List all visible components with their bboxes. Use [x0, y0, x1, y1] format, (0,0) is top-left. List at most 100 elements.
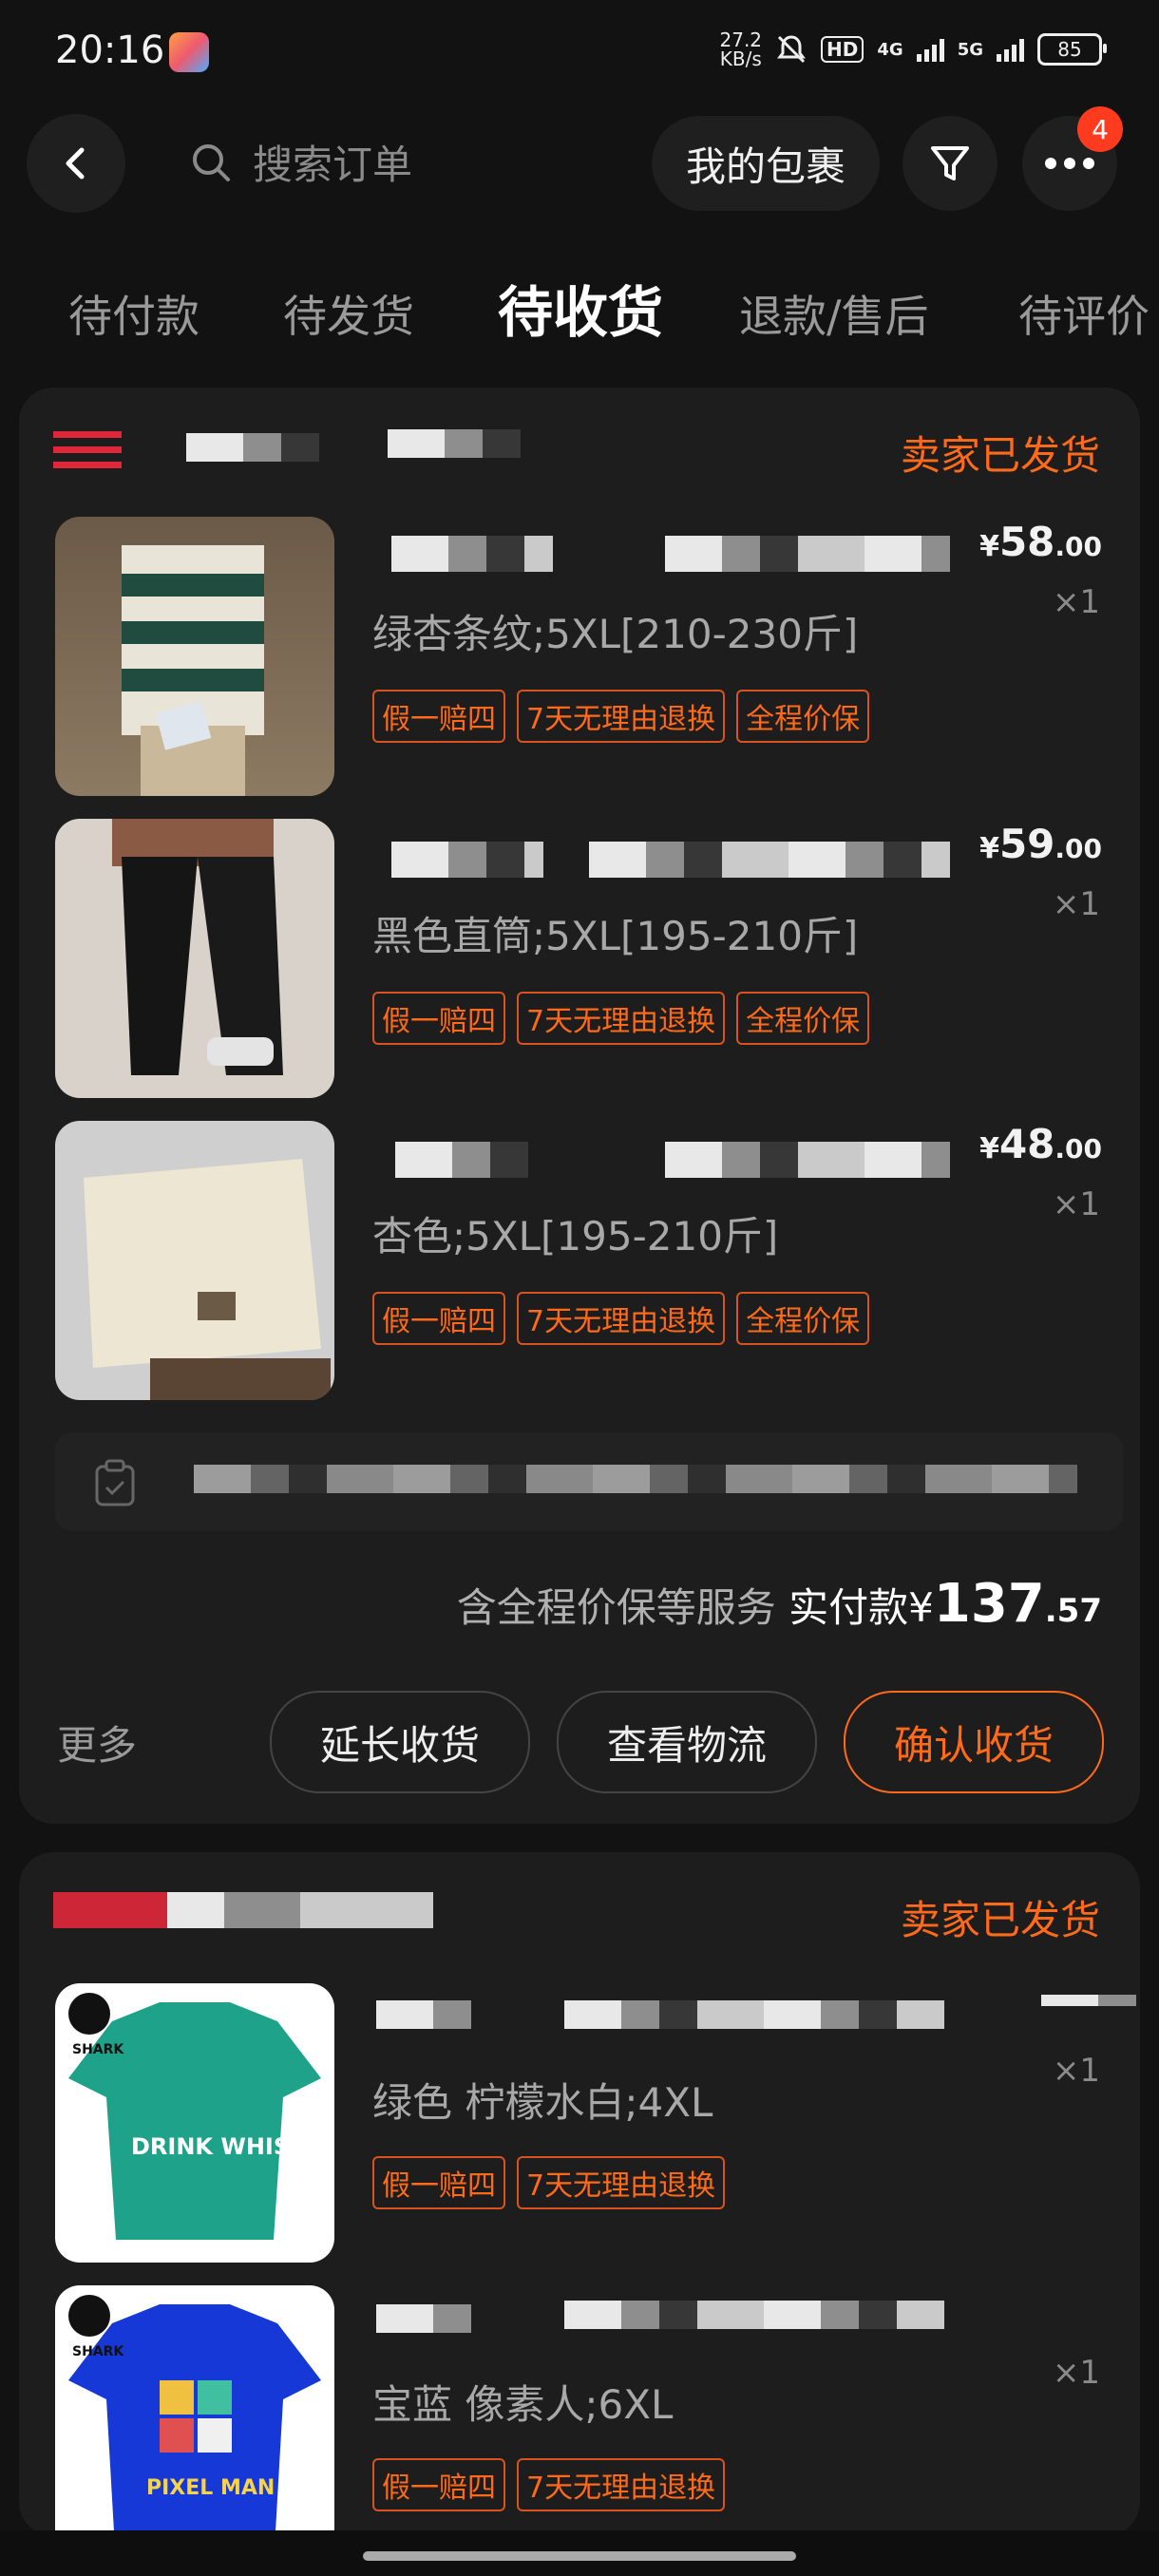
search-input[interactable]: 搜索订单 [190, 133, 412, 191]
extend-receipt-button[interactable]: 延长收货 [270, 1691, 530, 1793]
battery-level: 85 [1057, 38, 1082, 61]
net-speed: 27.2 KB/s [720, 30, 763, 68]
item-quantity: ×1 [1052, 1185, 1100, 1223]
view-logistics-button[interactable]: 查看物流 [557, 1691, 817, 1793]
item-sku: 绿色 柠檬水白;4XL [372, 2079, 713, 2126]
my-packages-button[interactable]: 我的包裹 [652, 116, 880, 211]
search-placeholder: 搜索订单 [253, 142, 413, 188]
status-time: 20:16 [55, 28, 165, 72]
product-title-redacted[interactable] [376, 2000, 471, 2029]
shop-name-redacted[interactable] [53, 1892, 433, 1928]
tag-7day-return: 7天无理由退换 [517, 2458, 726, 2511]
tag-fake-compensation: 假一赔四 [372, 992, 505, 1045]
logistics-note[interactable] [55, 1432, 1123, 1531]
tab-pending-payment[interactable]: 待付款 [68, 282, 200, 345]
product-thumbnail[interactable] [55, 819, 334, 1098]
hd-icon: HD [821, 36, 864, 63]
service-tags: 假一赔四 7天无理由退换 全程价保 [372, 690, 870, 743]
home-indicator[interactable] [363, 2551, 796, 2561]
item-sku: 宝蓝 像素人;6XL [372, 2381, 674, 2428]
tag-7day-return: 7天无理由退换 [517, 992, 726, 1045]
chevron-left-icon [66, 147, 85, 180]
app-notification-icon [169, 32, 209, 72]
shop-name-redacted-2 [388, 429, 521, 458]
product-title-redacted-2 [589, 842, 950, 878]
thumb-print-text: DRINK WHISKY [131, 2133, 325, 2160]
more-actions-link[interactable]: 更多 [57, 1714, 137, 1771]
brand-label: SHARK [72, 2344, 124, 2359]
item-quantity: ×1 [1052, 2052, 1100, 2090]
tag-fake-compensation: 假一赔四 [372, 2458, 505, 2511]
service-tags: 假一赔四 7天无理由退换 全程价保 [372, 992, 870, 1045]
paid-label: 实付款 [788, 1584, 909, 1631]
product-title-redacted[interactable] [391, 842, 543, 878]
product-thumbnail[interactable] [55, 1121, 334, 1400]
service-tags: 假一赔四 7天无理由退换 [372, 2458, 726, 2511]
item-sku: 黑色直筒;5XL[195-210斤] [372, 913, 859, 959]
item-price: ¥59.00 [979, 821, 1102, 867]
product-title-redacted-2 [564, 2301, 944, 2329]
clipboard-icon [95, 1459, 135, 1506]
item-quantity: ×1 [1052, 583, 1100, 621]
tag-price-protect: 全程价保 [736, 1292, 870, 1345]
product-thumbnail[interactable] [55, 517, 334, 796]
tag-fake-compensation: 假一赔四 [372, 1292, 505, 1345]
product-thumbnail[interactable]: PIXEL MAN SHARK [55, 2285, 334, 2536]
product-thumbnail[interactable]: DRINK WHISKY SHARK [55, 1983, 334, 2263]
order-card[interactable]: 卖家已发货 ¥58.00 ×1 绿杏条纹;5XL[210-230斤] 假一赔四 … [19, 388, 1140, 1824]
net-speed-value: 27.2 [719, 28, 763, 51]
shop-logo-icon [53, 431, 122, 468]
back-button[interactable] [27, 114, 125, 213]
order-card[interactable]: 卖家已发货 DRINK WHISKY SHARK ×1 绿色 柠檬水白;4XL … [19, 1852, 1140, 2536]
item-quantity: ×1 [1052, 2354, 1100, 2392]
product-title-redacted[interactable] [395, 1142, 528, 1178]
tab-pending-shipment[interactable]: 待发货 [283, 282, 414, 345]
net-speed-unit: KB/s [719, 47, 762, 70]
signal-5g-label: 5G [957, 39, 983, 60]
confirm-receipt-button[interactable]: 确认收货 [844, 1691, 1104, 1793]
brand-label: SHARK [72, 2042, 124, 2057]
paid-cents: .57 [1044, 1592, 1102, 1630]
signal-4g-label: 4G [877, 39, 903, 60]
search-icon [193, 143, 230, 181]
product-title-redacted-2 [564, 2000, 944, 2029]
price-redacted [1041, 1995, 1136, 2006]
thumb-print-text: PIXEL MAN [146, 2476, 275, 2500]
shop-name-redacted[interactable] [186, 433, 319, 462]
order-status: 卖家已发货 [900, 432, 1100, 479]
tag-price-protect: 全程价保 [736, 690, 870, 743]
tag-fake-compensation: 假一赔四 [372, 690, 505, 743]
tag-fake-compensation: 假一赔四 [372, 2156, 505, 2209]
blue-tshirt-image: PIXEL MAN SHARK [68, 2295, 321, 2536]
tag-7day-return: 7天无理由退换 [517, 690, 726, 743]
tab-pending-review[interactable]: 待评价 [1018, 282, 1150, 345]
more-button[interactable]: 4 [1022, 106, 1123, 211]
filter-button[interactable] [902, 116, 998, 211]
more-dots-icon [1045, 158, 1094, 169]
tag-price-protect: 全程价保 [736, 992, 870, 1045]
service-tags: 假一赔四 7天无理由退换 [372, 2156, 726, 2209]
filter-icon [931, 146, 969, 180]
notification-badge: 4 [1077, 106, 1123, 152]
product-title-redacted[interactable] [376, 2304, 471, 2333]
product-title-redacted-2 [665, 536, 950, 572]
signal-bars-2-icon [997, 37, 1024, 62]
status-icons: 27.2 KB/s HD 4G 5G 85 [720, 30, 1107, 68]
item-sku: 杏色;5XL[195-210斤] [372, 1213, 779, 1260]
green-tshirt-image: DRINK WHISKY SHARK [68, 1993, 325, 2240]
paid-amount: 137 [933, 1573, 1045, 1635]
item-price: ¥48.00 [979, 1121, 1102, 1167]
item-price: ¥58.00 [979, 519, 1102, 565]
signal-bars-icon [916, 37, 944, 62]
summary-prefix: 含全程价保等服务 [456, 1584, 776, 1631]
product-title-redacted[interactable] [391, 536, 553, 572]
order-status: 卖家已发货 [900, 1897, 1100, 1943]
battery-icon: 85 [1037, 33, 1107, 66]
tab-refund[interactable]: 退款/售后 [739, 282, 929, 345]
paid-currency: ¥ [908, 1584, 934, 1631]
tab-pending-receipt[interactable]: 待收货 [498, 268, 663, 348]
order-tabs: 待付款 待发货 待收货 退款/售后 待评价 [0, 275, 1159, 351]
black-pants-image [112, 819, 283, 1075]
mute-bell-icon [777, 35, 807, 64]
payment-summary: 含全程价保等服务 实付款¥137.57 [457, 1573, 1102, 1635]
